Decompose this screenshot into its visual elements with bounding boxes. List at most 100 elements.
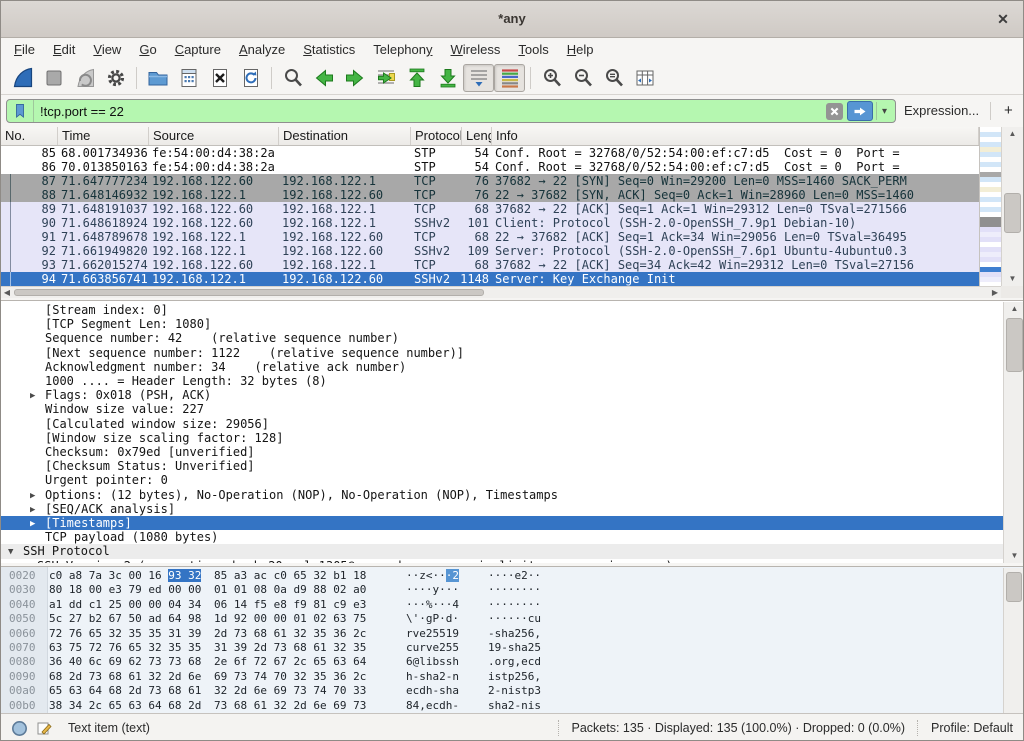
hex-bytes-group1[interactable]: 80 18 00 e3 79 ed 00 00 [49, 583, 201, 597]
detail-line[interactable]: ▶[Timestamps] [1, 516, 1023, 530]
filter-apply-icon[interactable] [847, 101, 873, 121]
menu-item-wireless[interactable]: Wireless [442, 40, 510, 59]
ascii-group1[interactable]: 6@libssh [406, 655, 459, 669]
column-header-destination[interactable]: Destination [279, 127, 411, 145]
hex-row-0030[interactable]: 003080 18 00 e3 79 ed 00 0001 01 08 0a d… [1, 583, 1023, 597]
column-header-time[interactable]: Time [58, 127, 149, 145]
hex-row-0050[interactable]: 00505c 27 b2 67 50 ad 64 981d 92 00 00 0… [1, 612, 1023, 626]
detail-line[interactable]: [TCP Segment Len: 1080] [1, 317, 1023, 331]
hex-row-0040[interactable]: 0040a1 dd c1 25 00 00 04 3406 14 f5 e8 f… [1, 598, 1023, 612]
packet-row-87[interactable]: 8771.647777234192.168.122.60192.168.122.… [1, 174, 979, 188]
expander-icon[interactable]: ▶ [30, 489, 35, 502]
scroll-left-icon[interactable]: ◀ [1, 287, 13, 298]
hex-bytes-group2[interactable]: 73 68 61 32 2d 6e 69 73 [214, 699, 366, 713]
menu-item-edit[interactable]: Edit [44, 40, 84, 59]
close-file-icon[interactable] [204, 64, 235, 92]
detail-line[interactable]: Acknowledgment number: 34 (relative ack … [1, 360, 1023, 374]
ascii-group2[interactable]: ····e2·· [488, 569, 541, 583]
filter-clear-icon[interactable] [826, 103, 843, 120]
menu-item-statistics[interactable]: Statistics [294, 40, 364, 59]
hex-bytes-group2[interactable]: 1d 92 00 00 01 02 63 75 [214, 612, 366, 626]
ascii-group2[interactable]: ········ [488, 598, 541, 612]
go-back-icon[interactable] [308, 64, 339, 92]
expander-icon[interactable]: ▶ [30, 389, 35, 402]
detail-line[interactable]: Urgent pointer: 0 [1, 473, 1023, 487]
detail-line[interactable]: [Stream index: 0] [1, 303, 1023, 317]
ascii-group1[interactable]: h-sha2-n [406, 670, 459, 684]
hex-row-00a0[interactable]: 00a065 63 64 68 2d 73 68 6132 2d 6e 69 7… [1, 684, 1023, 698]
packet-list-minimap-scrollbar[interactable] [979, 127, 1001, 286]
detail-line[interactable]: [Checksum Status: Unverified] [1, 459, 1023, 473]
zoom-in-icon[interactable] [536, 64, 567, 92]
expander-icon[interactable]: ▶ [22, 560, 27, 563]
ascii-group2[interactable]: ········ [488, 583, 541, 597]
detail-line[interactable]: ▼SSH Protocol [1, 544, 1023, 558]
expression-button[interactable]: Expression... [904, 95, 979, 127]
hex-row-0090[interactable]: 009068 2d 73 68 61 32 2d 6e69 73 74 70 3… [1, 670, 1023, 684]
detail-line[interactable]: Checksum: 0x79ed [unverified] [1, 445, 1023, 459]
detail-line[interactable]: ▶[SEQ/ACK analysis] [1, 502, 1023, 516]
detail-line[interactable]: Sequence number: 42 (relative sequence n… [1, 331, 1023, 345]
column-header-protocol[interactable]: Protocol [411, 127, 462, 145]
column-header-source[interactable]: Source [149, 127, 279, 145]
ascii-group1[interactable]: ··z<···2 [406, 569, 459, 583]
hex-bytes-group1[interactable]: c0 a8 7a 3c 00 16 93 32 [49, 569, 201, 583]
detail-line[interactable]: ▶SSH Version 2 (encryption:chacha20-poly… [1, 559, 1023, 563]
scroll-up-icon[interactable]: ▲ [1002, 127, 1023, 141]
ascii-group2[interactable]: sha2-nis [488, 699, 541, 713]
detail-line[interactable]: ▶Flags: 0x018 (PSH, ACK) [1, 388, 1023, 402]
ascii-group1[interactable]: curve255 [406, 641, 459, 655]
detail-line[interactable]: [Next sequence number: 1122 (relative se… [1, 346, 1023, 360]
hex-bytes-group1[interactable]: a1 dd c1 25 00 00 04 34 [49, 598, 201, 612]
packet-list-vscrollbar[interactable]: ▲ ▼ [1001, 127, 1023, 286]
packet-row-92[interactable]: 9271.661949820192.168.122.1192.168.122.6… [1, 244, 979, 258]
hex-bytes-group2[interactable]: 85 a3 ac c0 65 32 b1 18 [214, 569, 366, 583]
hex-highlighted-bytes[interactable]: 93 32 [168, 569, 201, 582]
column-header-no[interactable]: No. [1, 127, 58, 145]
ascii-highlighted-chars[interactable]: ·2 [446, 569, 459, 582]
ascii-group2[interactable]: 19-sha25 [488, 641, 541, 655]
find-packet-icon[interactable] [277, 64, 308, 92]
menu-item-analyze[interactable]: Analyze [230, 40, 294, 59]
expander-icon[interactable]: ▶ [30, 517, 35, 530]
packet-row-91[interactable]: 9171.648789678192.168.122.1192.168.122.6… [1, 230, 979, 244]
expert-info-icon[interactable] [11, 720, 28, 737]
save-file-icon[interactable] [173, 64, 204, 92]
hex-bytes-group1[interactable]: 68 2d 73 68 61 32 2d 6e [49, 670, 201, 684]
filter-history-caret-icon[interactable]: ▾ [876, 102, 892, 120]
hex-bytes-group1[interactable]: 5c 27 b2 67 50 ad 64 98 [49, 612, 201, 626]
hex-bytes-group1[interactable]: 38 34 2c 65 63 64 68 2d [49, 699, 201, 713]
hex-bytes-group2[interactable]: 06 14 f5 e8 f9 81 c9 e3 [214, 598, 366, 612]
ascii-group1[interactable]: \'·gP·d· [406, 612, 459, 626]
go-to-top-icon[interactable] [401, 64, 432, 92]
detail-line[interactable]: Window size value: 227 [1, 402, 1023, 416]
ascii-group2[interactable]: 2-nistp3 [488, 684, 541, 698]
hex-bytes-group1[interactable]: 36 40 6c 69 62 73 73 68 [49, 655, 201, 669]
filter-bookmark-icon[interactable] [7, 100, 34, 122]
ascii-group1[interactable]: ecdh-sha [406, 684, 459, 698]
display-filter-input[interactable]: !tcp.port == 22 ▾ [6, 99, 896, 123]
packet-row-94[interactable]: 9471.663856741192.168.122.1192.168.122.6… [1, 272, 979, 286]
ascii-group2[interactable]: ······cu [488, 612, 541, 626]
profile-selector[interactable]: Profile: Default [931, 721, 1013, 735]
go-forward-icon[interactable] [339, 64, 370, 92]
hex-row-0060[interactable]: 006072 76 65 32 35 35 31 392d 73 68 61 3… [1, 627, 1023, 641]
menu-item-tools[interactable]: Tools [509, 40, 557, 59]
detail-line[interactable]: [Window size scaling factor: 128] [1, 431, 1023, 445]
hex-bytes-group2[interactable]: 32 2d 6e 69 73 74 70 33 [214, 684, 366, 698]
hex-row-0080[interactable]: 008036 40 6c 69 62 73 73 682e 6f 72 67 2… [1, 655, 1023, 669]
ascii-group1[interactable]: ····y··· [406, 583, 459, 597]
go-to-packet-icon[interactable] [370, 64, 401, 92]
auto-scroll-toggle-icon[interactable] [463, 64, 494, 92]
detail-line[interactable]: 1000 .... = Header Length: 32 bytes (8) [1, 374, 1023, 388]
detail-line[interactable]: ▶Options: (12 bytes), No-Operation (NOP)… [1, 488, 1023, 502]
hex-bytes-group2[interactable]: 2e 6f 72 67 2c 65 63 64 [214, 655, 366, 669]
hex-bytes-group2[interactable]: 01 01 08 0a d9 88 02 a0 [214, 583, 366, 597]
packet-row-93[interactable]: 9371.662015274192.168.122.60192.168.122.… [1, 258, 979, 272]
hex-row-0070[interactable]: 007063 75 72 76 65 32 35 3531 39 2d 73 6… [1, 641, 1023, 655]
menu-item-go[interactable]: Go [130, 40, 165, 59]
hex-bytes-group1[interactable]: 65 63 64 68 2d 73 68 61 [49, 684, 201, 698]
stop-capture-icon[interactable] [38, 64, 69, 92]
scrollbar-thumb[interactable] [1006, 318, 1023, 372]
packet-row-86[interactable]: 8670.013850163fe:54:00:d4:38:2aSTP54Conf… [1, 160, 979, 174]
